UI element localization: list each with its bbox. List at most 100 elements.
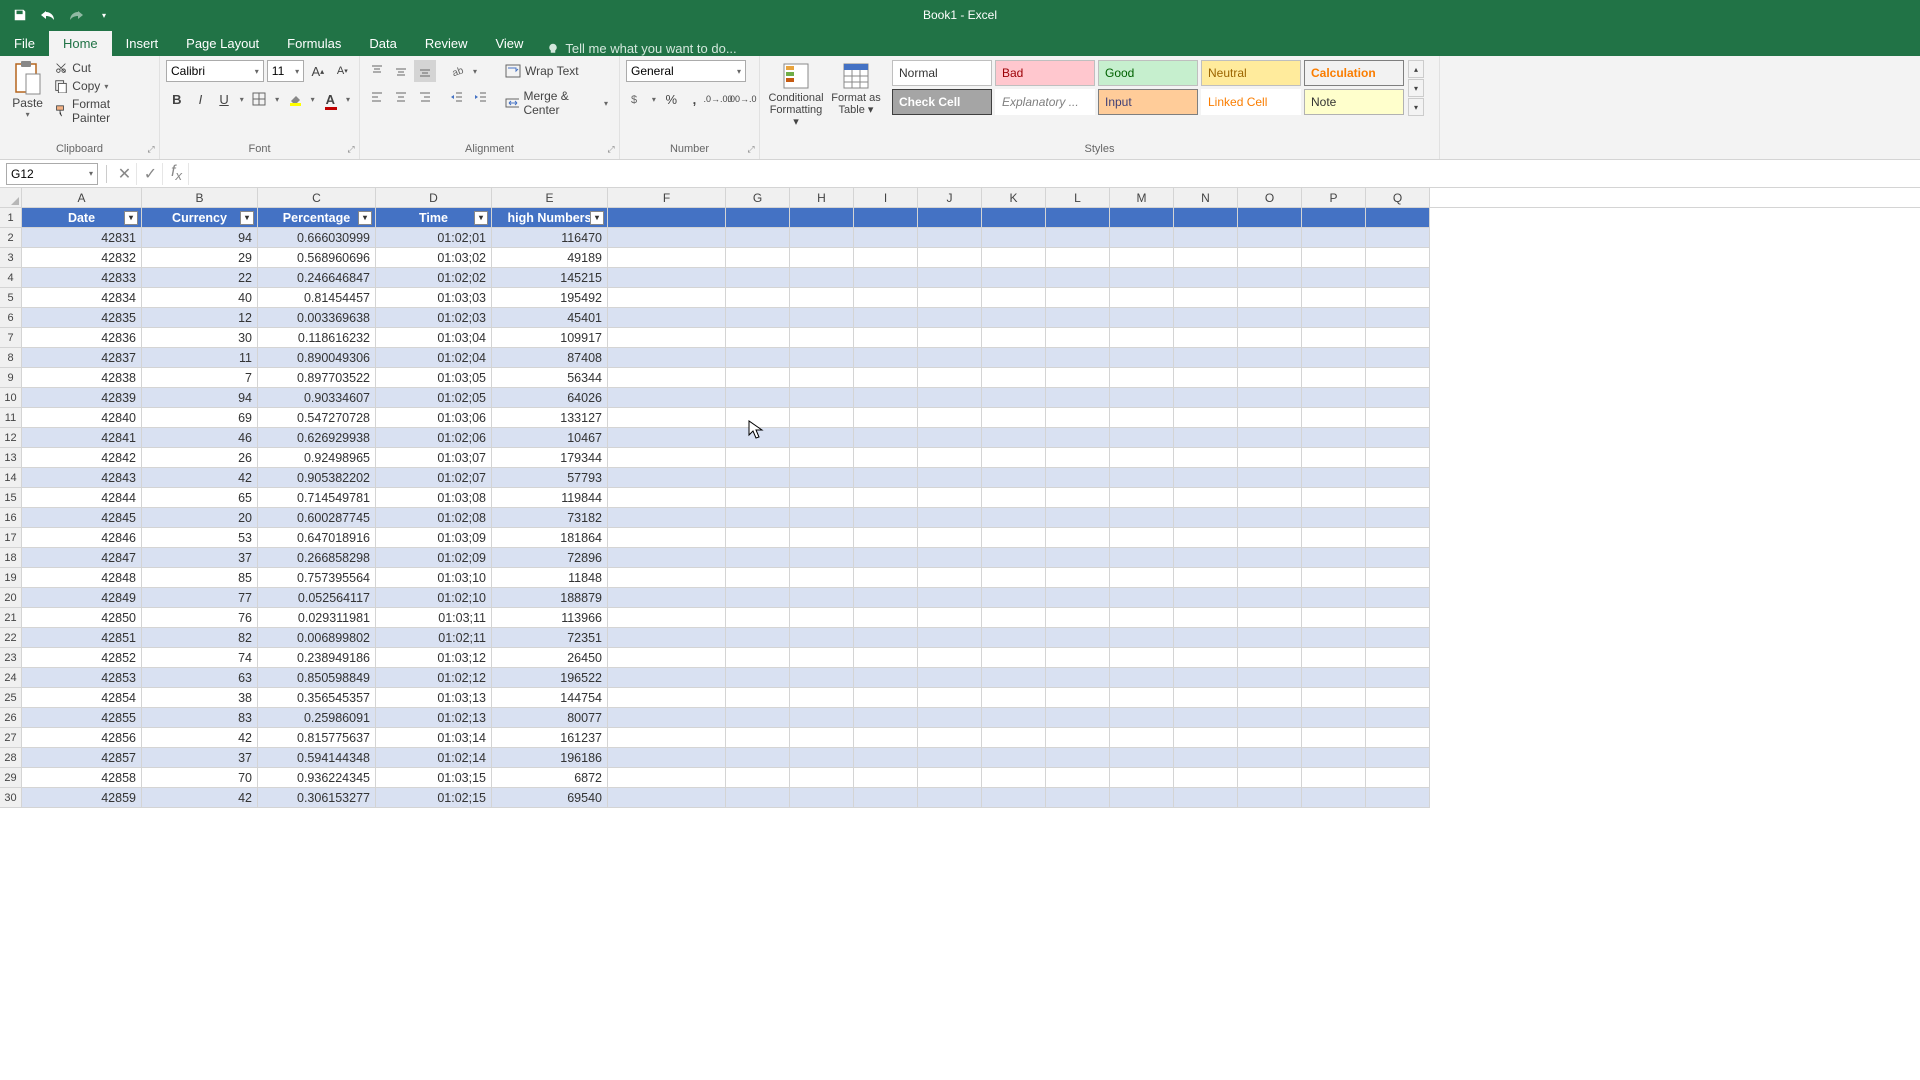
cell[interactable] [608,228,726,248]
cell[interactable] [1110,528,1174,548]
cell[interactable] [1046,688,1110,708]
cell[interactable] [726,308,790,328]
cell[interactable]: 42854 [22,688,142,708]
cell[interactable] [790,288,854,308]
cell[interactable] [608,668,726,688]
cell[interactable] [854,508,918,528]
cell[interactable] [854,528,918,548]
cell[interactable] [1110,488,1174,508]
cell[interactable] [982,708,1046,728]
cell[interactable] [1046,268,1110,288]
cell[interactable]: 70 [142,768,258,788]
cell[interactable] [854,208,918,228]
tab-insert[interactable]: Insert [112,31,173,56]
cell[interactable] [918,208,982,228]
column-header-J[interactable]: J [918,188,982,207]
undo-button[interactable] [36,3,60,27]
cell[interactable] [982,668,1046,688]
cell[interactable]: 01:03;11 [376,608,492,628]
cell[interactable] [1366,608,1430,628]
cell[interactable] [726,508,790,528]
cell[interactable]: 0.90334607 [258,388,376,408]
align-right-button[interactable] [414,86,436,108]
font-dialog-launcher[interactable]: ⤢ [345,143,357,155]
cell[interactable] [1174,588,1238,608]
cell[interactable]: 42 [142,728,258,748]
cell[interactable]: 01:02;06 [376,428,492,448]
cell[interactable] [1174,208,1238,228]
cell[interactable] [854,408,918,428]
cell[interactable] [726,428,790,448]
row-header[interactable]: 28 [0,748,22,768]
cell[interactable] [608,648,726,668]
cell[interactable] [854,488,918,508]
cell[interactable] [1046,408,1110,428]
cell[interactable] [790,728,854,748]
row-header[interactable]: 26 [0,708,22,728]
cell[interactable] [1238,548,1302,568]
cell[interactable]: 0.905382202 [258,468,376,488]
cell[interactable] [790,428,854,448]
cell[interactable] [1110,648,1174,668]
cell[interactable] [726,488,790,508]
row-header[interactable]: 18 [0,548,22,568]
font-size-combo[interactable]: 11▾ [267,60,304,82]
row-header[interactable]: 4 [0,268,22,288]
orientation-button[interactable]: ab [446,60,468,82]
cell[interactable] [1046,728,1110,748]
bold-button[interactable]: B [166,88,188,110]
cell[interactable] [1238,788,1302,808]
cell[interactable] [982,528,1046,548]
column-header-D[interactable]: D [376,188,492,207]
cell[interactable] [982,228,1046,248]
cell[interactable]: 01:02;14 [376,748,492,768]
orientation-dropdown[interactable]: ▾ [470,60,480,82]
cell[interactable] [854,708,918,728]
cell[interactable] [1238,248,1302,268]
underline-button[interactable]: U [213,88,235,110]
cell[interactable]: 42839 [22,388,142,408]
cell[interactable]: 01:03;02 [376,248,492,268]
cell[interactable]: 01:02;11 [376,628,492,648]
cell[interactable]: 42841 [22,428,142,448]
cell[interactable] [1302,648,1366,668]
cell[interactable] [790,688,854,708]
cell[interactable] [1302,768,1366,788]
cell[interactable]: 76 [142,608,258,628]
cell[interactable] [608,488,726,508]
cell[interactable] [790,588,854,608]
cell[interactable] [1110,228,1174,248]
cell[interactable] [1366,648,1430,668]
cell[interactable] [1046,468,1110,488]
cell[interactable] [608,568,726,588]
cell[interactable] [1046,228,1110,248]
cell[interactable]: 0.714549781 [258,488,376,508]
cell[interactable] [1046,348,1110,368]
cell[interactable] [1302,548,1366,568]
cell[interactable] [1046,528,1110,548]
cell[interactable] [918,628,982,648]
cell[interactable]: 0.647018916 [258,528,376,548]
style-neutral[interactable]: Neutral [1201,60,1301,86]
cell[interactable]: 0.052564117 [258,588,376,608]
number-dialog-launcher[interactable]: ⤢ [745,143,757,155]
cell[interactable] [608,688,726,708]
cell[interactable]: 12 [142,308,258,328]
increase-decimal-button[interactable]: .0→.00 [707,88,729,110]
cell[interactable] [790,368,854,388]
cell[interactable] [1366,488,1430,508]
column-header-G[interactable]: G [726,188,790,207]
cell[interactable] [1046,388,1110,408]
cell[interactable]: 0.306153277 [258,788,376,808]
row-header[interactable]: 8 [0,348,22,368]
cell[interactable] [608,368,726,388]
cell[interactable] [1174,528,1238,548]
cell[interactable] [1046,788,1110,808]
cell[interactable] [726,668,790,688]
cell[interactable] [1238,728,1302,748]
cell[interactable] [608,388,726,408]
cell[interactable]: 63 [142,668,258,688]
cell[interactable] [918,768,982,788]
cell[interactable]: 119844 [492,488,608,508]
cell[interactable] [918,328,982,348]
